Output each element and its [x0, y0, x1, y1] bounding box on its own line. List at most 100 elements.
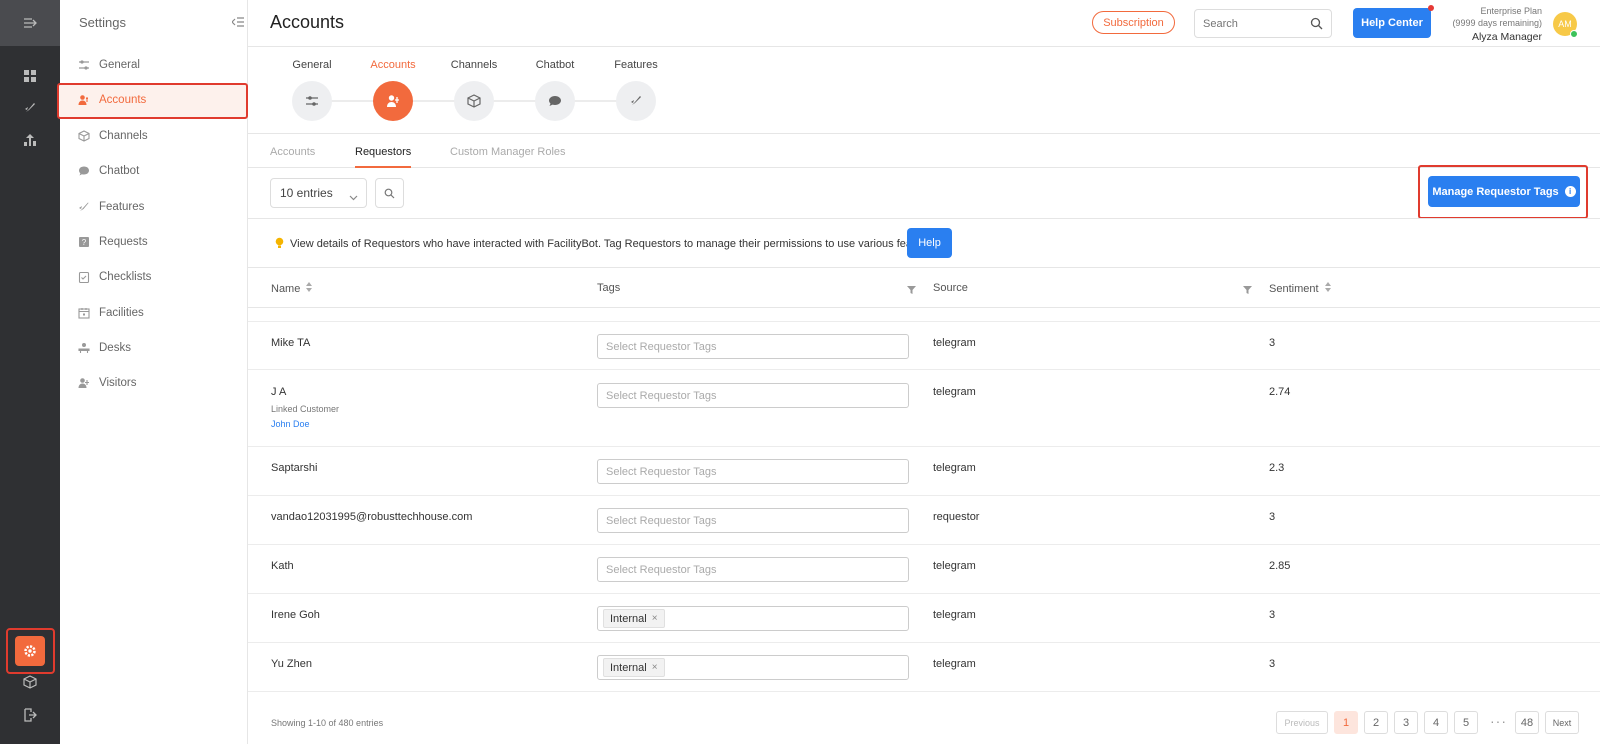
cell-name: Saptarshi	[271, 462, 318, 474]
search-icon[interactable]	[1310, 17, 1323, 33]
page-3-button[interactable]: 3	[1394, 711, 1418, 734]
requestor-tags-select[interactable]: Internal ×	[597, 606, 909, 631]
cell-source: telegram	[933, 560, 976, 572]
dashboard-icon[interactable]	[20, 66, 40, 86]
top-header: Accounts Subscription Help Center Enterp…	[248, 0, 1600, 47]
cell-source: telegram	[933, 658, 976, 670]
sidebar-item-label: Accounts	[99, 94, 147, 106]
search-input[interactable]	[1203, 10, 1303, 37]
cube-icon[interactable]	[20, 672, 40, 692]
step-accounts[interactable]: Accounts	[353, 47, 433, 121]
collapse-sidebar-icon[interactable]	[231, 16, 244, 30]
users-icon	[78, 94, 90, 106]
cell-source: telegram	[933, 337, 976, 349]
last-page-button[interactable]: 48	[1515, 711, 1539, 734]
logout-icon[interactable]	[20, 705, 40, 725]
tag-label: Internal	[610, 612, 647, 625]
lightbulb-icon	[275, 237, 284, 252]
sidebar-item-features[interactable]: Features	[78, 197, 144, 217]
sidebar-item-facilities[interactable]: Facilities	[78, 303, 144, 323]
subscription-button[interactable]: Subscription	[1092, 11, 1175, 34]
plan-name: Enterprise Plan	[1480, 6, 1542, 16]
online-status-dot	[1570, 30, 1578, 38]
tag-chip: Internal ×	[603, 609, 665, 628]
requestor-tags-select[interactable]: Select Requestor Tags	[597, 459, 909, 484]
tab-accounts[interactable]: Accounts	[270, 146, 315, 168]
cell-sentiment: 2.3	[1269, 462, 1285, 474]
previous-page-button[interactable]: Previous	[1276, 711, 1328, 734]
settings-nav-button[interactable]	[15, 636, 45, 666]
row-divider	[248, 495, 1600, 496]
rocket-icon	[78, 201, 90, 213]
linked-customer-link[interactable]: John Doe	[271, 419, 339, 429]
filter-icon[interactable]	[907, 283, 916, 297]
step-channels[interactable]: Channels	[434, 47, 514, 121]
tab-custom-manager-roles[interactable]: Custom Manager Roles	[450, 146, 566, 168]
users-icon	[373, 81, 413, 121]
sliders-icon	[78, 59, 90, 71]
chat-icon	[78, 165, 90, 177]
user-name[interactable]: Alyza Manager	[1426, 29, 1542, 45]
tab-requestors[interactable]: Requestors	[355, 146, 412, 168]
sidebar-item-chatbot[interactable]: Chatbot	[78, 161, 139, 181]
clipboard-icon	[78, 271, 90, 283]
requestor-tags-select[interactable]: Select Requestor Tags	[597, 383, 909, 408]
tags-placeholder: Select Requestor Tags	[606, 340, 717, 353]
requestor-tags-select[interactable]: Select Requestor Tags	[597, 334, 909, 359]
analytics-icon[interactable]	[20, 130, 40, 150]
page-1-button[interactable]: 1	[1334, 711, 1358, 734]
menu-toggle[interactable]	[0, 0, 60, 46]
help-center-button[interactable]: Help Center	[1353, 8, 1431, 38]
sidebar-item-desks[interactable]: Desks	[78, 338, 131, 358]
column-header-name[interactable]: Name	[271, 282, 313, 295]
filter-icon[interactable]	[1243, 283, 1252, 297]
info-message: View details of Requestors who have inte…	[275, 236, 940, 252]
cell-sentiment: 3	[1269, 609, 1276, 621]
sidebar-item-accounts[interactable]: Accounts	[78, 90, 146, 110]
column-header-sentiment[interactable]: Sentiment	[1269, 282, 1331, 295]
remove-tag-icon[interactable]: ×	[652, 613, 658, 624]
cell-name: Mike TA	[271, 337, 311, 349]
remove-tag-icon[interactable]: ×	[652, 662, 658, 673]
requestor-tags-select[interactable]: Select Requestor Tags	[597, 508, 909, 533]
row-divider	[248, 446, 1600, 447]
page-4-button[interactable]: 4	[1424, 711, 1448, 734]
step-general[interactable]: General	[272, 47, 352, 121]
manage-tags-label: Manage Requestor Tags	[1432, 185, 1559, 198]
sidebar-item-visitors[interactable]: Visitors	[78, 373, 137, 393]
sidebar-item-checklists[interactable]: Checklists	[78, 267, 151, 287]
table-search-button[interactable]	[375, 178, 404, 208]
help-button[interactable]: Help	[907, 228, 952, 258]
cell-name: J A Linked Customer John Doe	[271, 386, 339, 429]
requestor-tags-select[interactable]: Internal ×	[597, 655, 909, 680]
step-features[interactable]: Features	[596, 47, 676, 121]
entries-select[interactable]: 10 entries	[270, 178, 367, 208]
sidebar-item-label: Features	[99, 201, 145, 213]
sidebar-title: Settings	[79, 15, 126, 30]
sidebar-item-channels[interactable]: Channels	[78, 126, 148, 146]
cell-name: Irene Goh	[271, 609, 320, 621]
requestor-name: J A	[271, 386, 287, 398]
page-5-button[interactable]: 5	[1454, 711, 1478, 734]
requestor-tags-select[interactable]: Select Requestor Tags	[597, 557, 909, 582]
cell-source: requestor	[933, 511, 980, 523]
row-divider	[248, 544, 1600, 545]
sidebar-item-general[interactable]: General	[78, 55, 140, 75]
cell-sentiment: 3	[1269, 658, 1276, 670]
rocket-icon	[616, 81, 656, 121]
manage-requestor-tags-button[interactable]: Manage Requestor Tags i	[1428, 176, 1580, 207]
sidebar-item-label: Requests	[99, 236, 148, 248]
next-page-button[interactable]: Next	[1545, 711, 1579, 734]
page-2-button[interactable]: 2	[1364, 711, 1388, 734]
step-chatbot[interactable]: Chatbot	[515, 47, 595, 121]
chat-icon	[535, 81, 575, 121]
sidebar-item-requests[interactable]: ? Requests	[78, 232, 148, 252]
cell-name: vandao12031995@robusttechhouse.com	[271, 511, 473, 523]
rocket-icon[interactable]	[20, 98, 40, 118]
cell-sentiment: 3	[1269, 511, 1276, 523]
column-header-tags: Tags	[597, 282, 620, 294]
step-label: General	[292, 59, 332, 71]
settings-nav-highlight	[6, 628, 55, 674]
entries-summary: Showing 1-10 of 480 entries	[271, 718, 384, 728]
sub-tabs: Accounts Requestors Custom Manager Roles	[248, 134, 1600, 168]
